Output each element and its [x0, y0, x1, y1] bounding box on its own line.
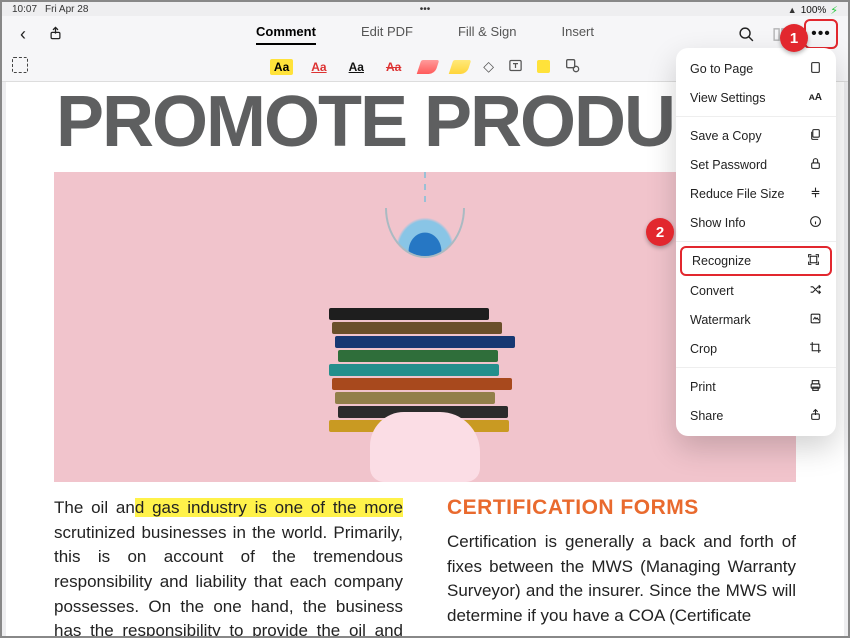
menu-reduce-size[interactable]: Reduce File Size [676, 179, 836, 208]
info-icon [809, 215, 822, 231]
section-heading: CERTIFICATION FORMS [447, 496, 796, 520]
ipad-status-bar: 10:07 Fri Apr 28 ••• ▲ 100% ⚡︎ [2, 2, 848, 16]
share-icon [809, 408, 822, 424]
charging-icon: ⚡︎ [830, 4, 838, 17]
menu-show-info[interactable]: Show Info [676, 208, 836, 237]
menu-set-password[interactable]: Set Password [676, 150, 836, 179]
menu-save-copy[interactable]: Save a Copy [676, 121, 836, 150]
compress-icon [809, 186, 822, 202]
search-icon[interactable] [736, 24, 756, 44]
back-button[interactable]: ‹ [12, 24, 34, 45]
menu-recognize[interactable]: Recognize [680, 246, 832, 276]
highlight-text-tool[interactable]: Aa [270, 59, 293, 75]
squiggly-text-tool[interactable]: Aa [307, 59, 330, 75]
yellow-marker-tool[interactable] [449, 60, 472, 74]
selection-tool[interactable] [12, 57, 28, 73]
menu-share[interactable]: Share [676, 401, 836, 430]
status-time: 10:07 [12, 4, 37, 16]
menu-print[interactable]: Print [676, 372, 836, 401]
menu-view-settings[interactable]: View SettingsᴀA [676, 83, 836, 112]
battery-percent: 100% [801, 5, 827, 16]
copy-icon [809, 128, 822, 144]
callout-badge-1: 1 [780, 24, 808, 52]
tab-fill-sign[interactable]: Fill & Sign [458, 24, 517, 45]
red-marker-tool[interactable] [417, 60, 440, 74]
tab-edit-pdf[interactable]: Edit PDF [361, 24, 413, 45]
text-size-icon: ᴀA [809, 92, 822, 103]
textbox-tool[interactable] [508, 58, 523, 76]
more-menu: Go to Page View SettingsᴀA Save a Copy S… [676, 48, 836, 436]
print-icon [809, 379, 822, 395]
main-toolbar: ‹ Comment Edit PDF Fill & Sign Insert ••… [2, 16, 848, 52]
strikeout-text-tool[interactable]: Aa [382, 59, 405, 75]
export-button[interactable] [44, 25, 66, 44]
highlight-annotation[interactable]: d gas industry is one of the more [135, 498, 403, 517]
menu-convert[interactable]: Convert [676, 276, 836, 305]
tab-comment[interactable]: Comment [256, 24, 316, 45]
menu-crop[interactable]: Crop [676, 334, 836, 363]
status-date: Fri Apr 28 [45, 4, 88, 16]
crop-icon [809, 341, 822, 357]
page-icon [809, 61, 822, 77]
shuffle-icon [809, 283, 822, 299]
handle-indicator: ••• [420, 4, 431, 16]
stamp-tool[interactable] [564, 57, 580, 76]
tab-insert[interactable]: Insert [561, 24, 594, 45]
wifi-icon: ▲ [788, 5, 797, 15]
lock-icon [809, 157, 822, 173]
underline-text-tool[interactable]: Aa [345, 59, 368, 75]
menu-goto-page[interactable]: Go to Page [676, 54, 836, 83]
watermark-icon [809, 312, 822, 328]
eraser-tool[interactable]: ◇ [483, 58, 494, 75]
menu-watermark[interactable]: Watermark [676, 305, 836, 334]
body-column-1: The oil and gas industry is one of the m… [54, 496, 403, 636]
note-tool[interactable] [537, 60, 550, 73]
mode-tabs: Comment Edit PDF Fill & Sign Insert [2, 24, 848, 45]
callout-badge-2: 2 [646, 218, 674, 246]
more-menu-button[interactable]: ••• [804, 19, 838, 49]
ocr-icon [807, 253, 820, 269]
body-column-2: Certification is generally a back and fo… [447, 530, 796, 629]
